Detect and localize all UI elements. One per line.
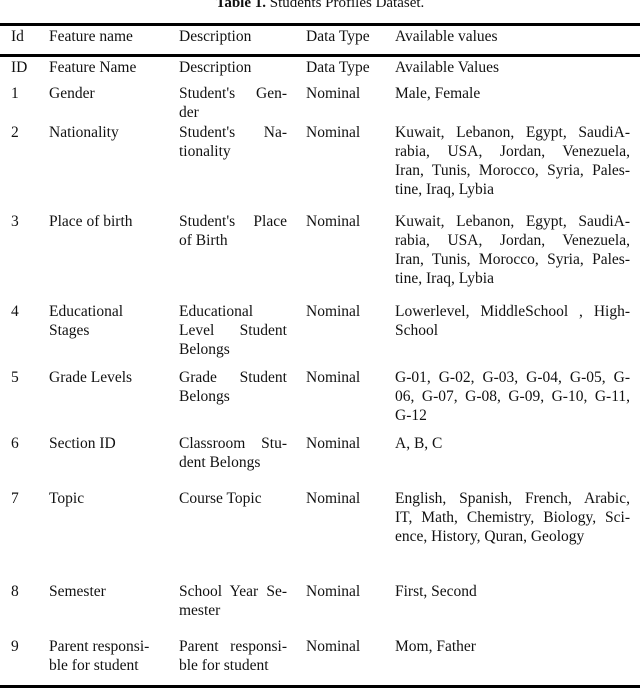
- table-header-rule: [0, 54, 640, 57]
- cell-data-type: Nominal: [306, 490, 361, 507]
- cell-feature-name: Gender: [49, 85, 95, 102]
- header-description: Description: [179, 28, 252, 45]
- cell-description: Student's Place of Birth: [179, 213, 287, 249]
- cell-data-type: Nominal: [306, 369, 361, 386]
- cell-data-type: Nominal: [306, 435, 361, 452]
- cell-description: Classroom Stu-dent Belongs: [179, 435, 287, 471]
- cell-available-values: Mom, Father: [395, 638, 476, 655]
- cell-description: Student's Na-tionality: [179, 124, 287, 160]
- cell-feature-name: Place of birth: [49, 213, 133, 230]
- cell-available-values: Kuwait, Lebanon, Egypt, SaudiA-rabia, US…: [395, 124, 630, 198]
- cell-data-type: Nominal: [306, 124, 361, 141]
- cell-feature-name: Topic: [49, 490, 85, 507]
- cell-description: Educational Level Student Belongs: [179, 303, 287, 358]
- cell-id: ID: [11, 59, 28, 76]
- cell-id: 2: [11, 124, 19, 141]
- header-id: Id: [11, 28, 24, 45]
- cell-data-type: Nominal: [306, 303, 361, 320]
- table-caption: Table 1. Students Profiles Dataset.: [0, 0, 640, 12]
- cell-id: 7: [11, 490, 19, 507]
- cell-id: 8: [11, 583, 19, 600]
- cell-available-values: Lowerlevel, MiddleSchool , High- School: [395, 303, 630, 339]
- cell-data-type: Nominal: [306, 638, 361, 655]
- cell-description: School Year Se-mester: [179, 583, 287, 619]
- cell-description: Description: [179, 59, 252, 76]
- header-available-values: Available values: [395, 28, 498, 45]
- cell-feature-name: Educational Stages: [49, 303, 124, 339]
- cell-description: Grade Student Belongs: [179, 369, 287, 405]
- cell-id: 6: [11, 435, 19, 452]
- cell-feature-name: Grade Levels: [49, 369, 133, 386]
- cell-description: Parent responsi-ble for student: [179, 638, 287, 674]
- cell-available-values: Available Values: [395, 59, 500, 76]
- cell-data-type: Nominal: [306, 213, 361, 230]
- cell-id: 1: [11, 85, 19, 102]
- cell-description: Student's Gen-der: [179, 85, 287, 121]
- cell-data-type: Nominal: [306, 583, 361, 600]
- header-data-type: Data Type: [306, 28, 370, 45]
- cell-feature-name: Semester: [49, 583, 106, 600]
- cell-id: 9: [11, 638, 19, 655]
- table-top-rule: [0, 23, 640, 26]
- cell-available-values: English, Spanish, French, Arabic, IT, Mat…: [395, 490, 630, 545]
- cell-feature-name: Section ID: [49, 435, 116, 452]
- cell-data-type: Nominal: [306, 85, 361, 102]
- cell-available-values: A, B, C: [395, 435, 443, 452]
- cell-id: 3: [11, 213, 19, 230]
- cell-available-values: First, Second: [395, 583, 477, 600]
- cell-feature-name: Feature Name: [49, 59, 137, 76]
- caption-label: Table 1.: [215, 0, 266, 11]
- cell-available-values: Kuwait, Lebanon, Egypt, SaudiA-rabia, US…: [395, 213, 630, 287]
- cell-description: Course Topic: [179, 490, 262, 507]
- caption-text: Students Profiles Dataset.: [265, 0, 425, 11]
- cell-feature-name: Parent responsi-ble for student: [49, 638, 150, 674]
- cell-data-type: Data Type: [306, 59, 370, 76]
- cell-id: 5: [11, 369, 19, 386]
- cell-id: 4: [11, 303, 19, 320]
- cell-feature-name: Nationality: [49, 124, 119, 141]
- cell-available-values: Male, Female: [395, 85, 481, 102]
- header-feature-name: Feature name: [49, 28, 133, 45]
- cell-available-values: G-01, G-02, G-03, G-04, G-05, G- 06, G-07…: [395, 369, 630, 424]
